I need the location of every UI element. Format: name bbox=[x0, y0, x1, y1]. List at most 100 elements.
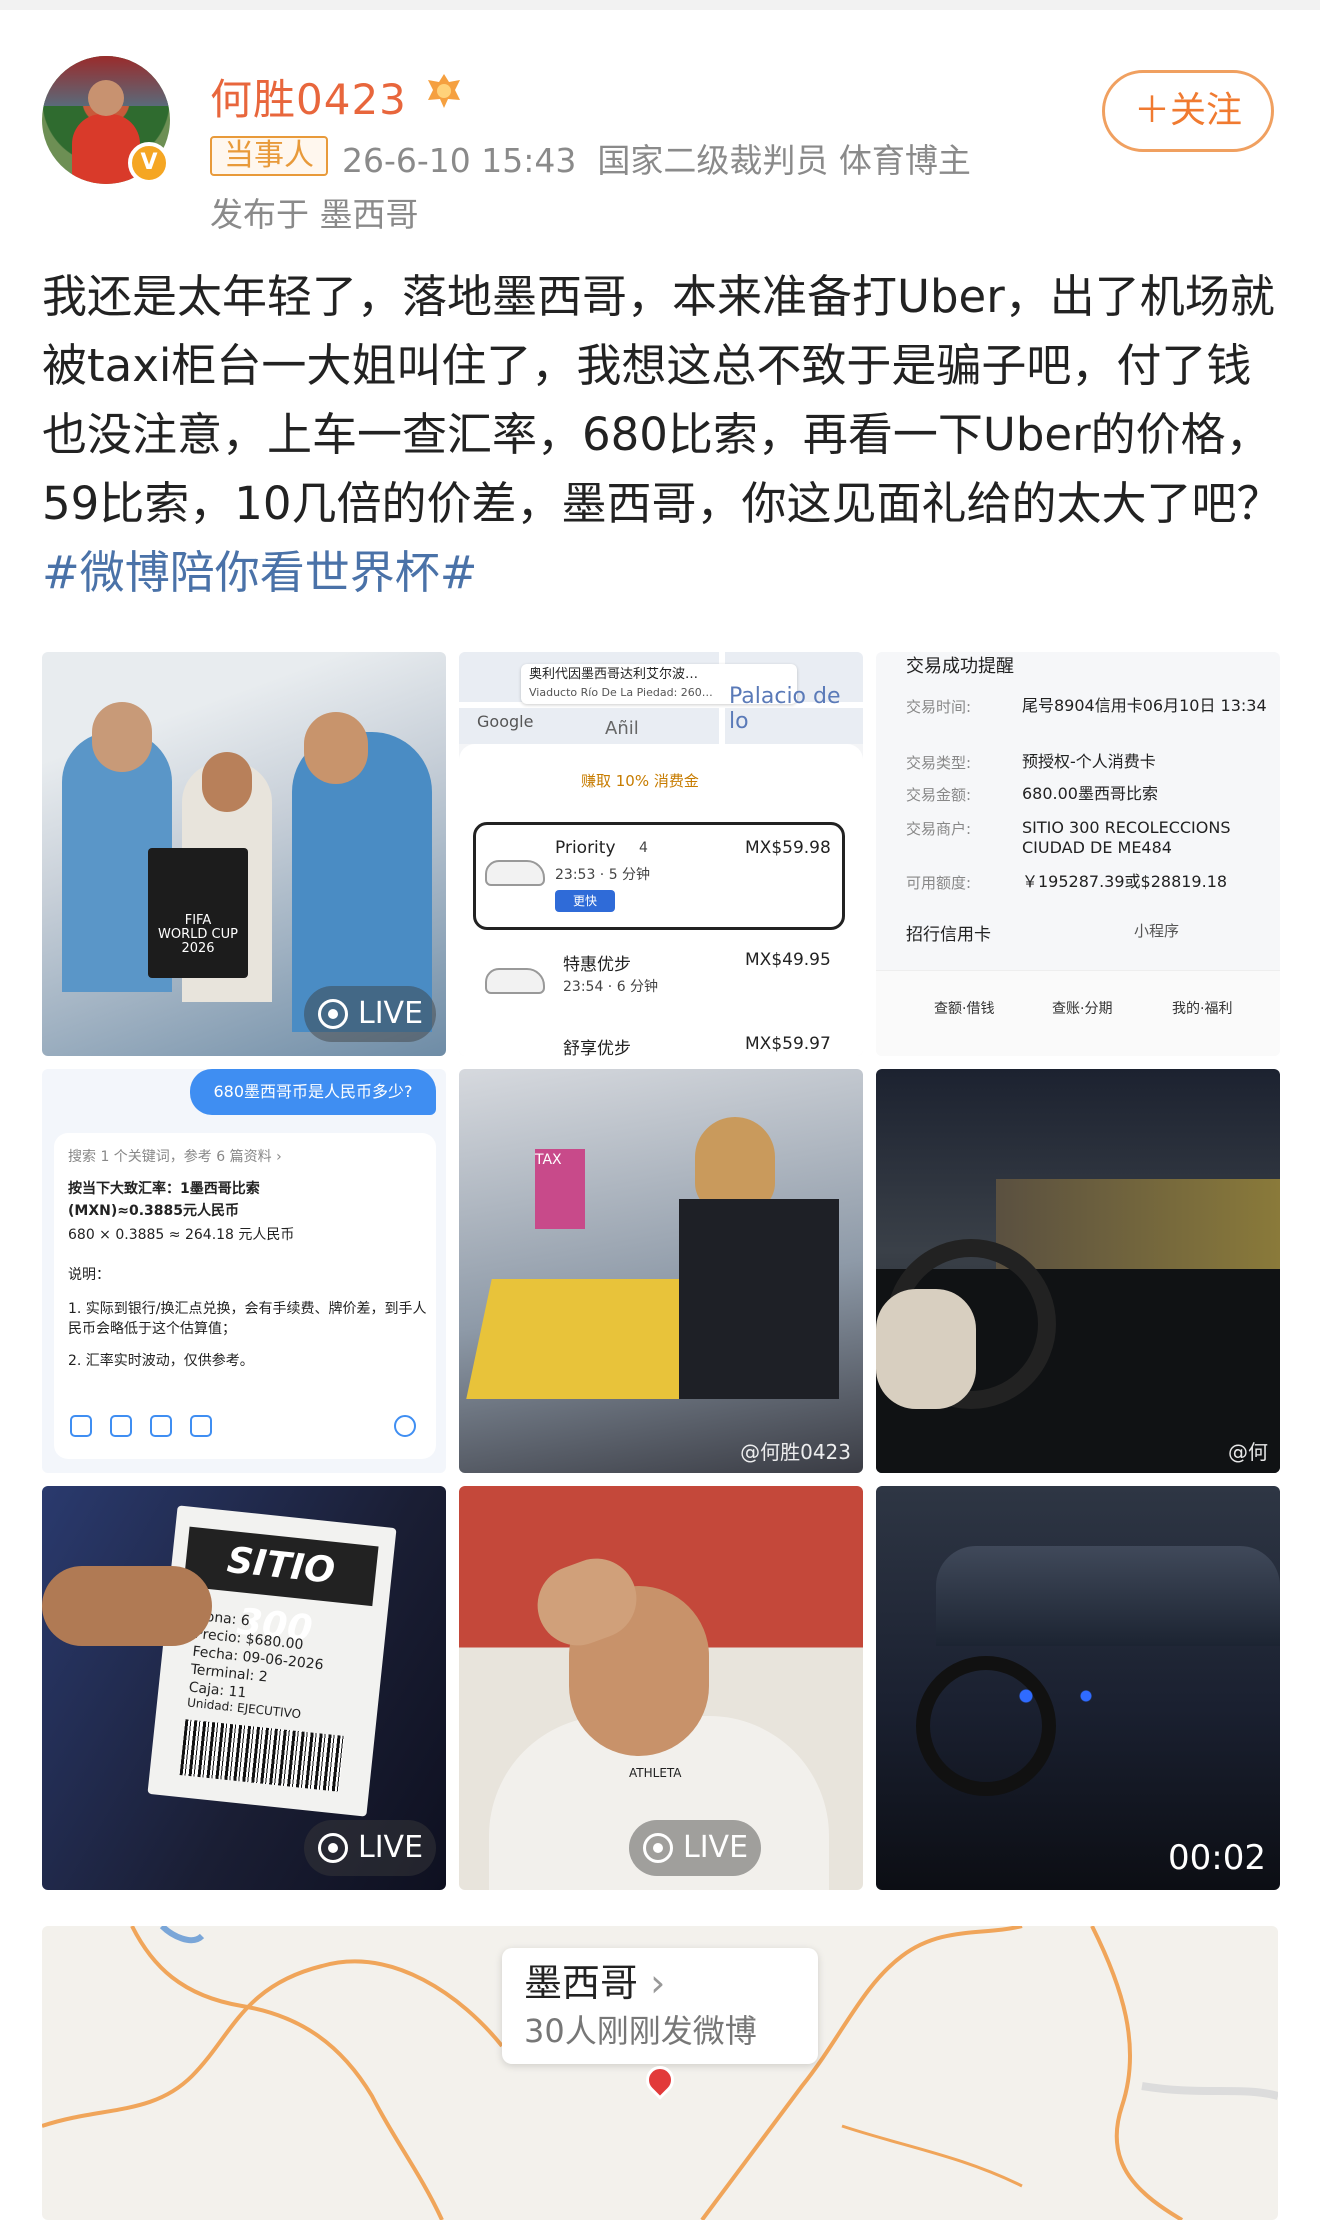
map-label-palace: Palacio de lo bbox=[729, 684, 841, 734]
dashboard-lights bbox=[996, 1676, 1146, 1716]
user-title: 国家二级裁判员 体育博主 bbox=[597, 141, 971, 180]
image-thumb-9-video[interactable]: 00:02 bbox=[876, 1486, 1280, 1890]
bookmark-icon bbox=[150, 1415, 172, 1437]
verified-badge-icon: V bbox=[128, 142, 170, 184]
watermark: @何胜0423 bbox=[740, 1440, 851, 1464]
post-location: 发布于 墨西哥 bbox=[210, 195, 419, 234]
image-thumb-3[interactable]: 交易成功提醒 交易时间: 尾号8904信用卡06月10日 13:34 交易类型:… bbox=[876, 652, 1280, 1056]
chevron-right-icon: › bbox=[650, 1961, 666, 2005]
top-divider bbox=[0, 0, 1320, 10]
share-icon bbox=[190, 1415, 212, 1437]
chat-question: 680墨西哥币是人民币多少? bbox=[190, 1069, 436, 1115]
live-label: LIVE bbox=[683, 1830, 749, 1865]
live-label: LIVE bbox=[358, 996, 424, 1031]
map-city-name: 墨西哥 bbox=[524, 1961, 639, 2005]
option-time-saver: 23:54 · 6 分钟 bbox=[563, 979, 659, 995]
map-label-anil: Añil bbox=[605, 718, 639, 739]
chat-rate-line1: 按当下大致汇率：1墨西哥比索 bbox=[68, 1181, 260, 1197]
image-thumb-2[interactable]: 奥利代因墨西哥达利艾尔波… Viaducto Río De La Piedad: … bbox=[459, 652, 863, 1056]
card-link: 招行信用卡 bbox=[906, 925, 991, 945]
receipt-tab: 查账·分期 bbox=[1052, 1001, 1113, 1017]
receipt-label: 交易商户: bbox=[906, 820, 972, 838]
image-thumb-4[interactable]: 680墨西哥币是人民币多少? 搜索 1 个关键词，参考 6 篇资料 › 按当下大… bbox=[42, 1069, 446, 1473]
counter-sign: TAX bbox=[535, 1149, 585, 1229]
live-badge[interactable]: LIVE bbox=[304, 1820, 436, 1876]
chat-search-note: 搜索 1 个关键词，参考 6 篇资料 › bbox=[68, 1149, 282, 1165]
face-middle bbox=[202, 752, 252, 812]
receipt-value: 预授权-个人消费卡 bbox=[1022, 752, 1156, 771]
map-city: 墨西哥 › bbox=[524, 1958, 796, 2008]
receipt-value: 尾号8904信用卡06月10日 13:34 bbox=[1022, 696, 1267, 715]
driver-arm bbox=[876, 1289, 976, 1409]
post-timestamp: 26-6-10 15:43 bbox=[342, 141, 577, 180]
option-price-priority: MX$59.98 bbox=[745, 838, 831, 858]
copy-icon bbox=[70, 1415, 92, 1437]
image-thumb-5[interactable]: TAX @何胜0423 bbox=[459, 1069, 863, 1473]
map-destination-title: 奥利代因墨西哥达利艾尔波… bbox=[529, 667, 699, 682]
post-meta: 26-6-10 15:43 国家二级裁判员 体育博主 bbox=[342, 134, 971, 182]
receipt-label: 可用额度: bbox=[906, 874, 972, 892]
mini-program-link: 小程序 bbox=[1134, 922, 1180, 940]
receipt-value: SITIO 300 RECOLECCIONS CIUDAD DE ME484 bbox=[1022, 818, 1231, 857]
option-name-priority: Priority bbox=[555, 838, 616, 858]
avatar-shirt bbox=[72, 114, 140, 184]
option-name-saver: 特惠优步 bbox=[563, 955, 631, 975]
chat-note-2: 2. 汇率实时波动，仅供参考。 bbox=[68, 1353, 254, 1369]
option-seats: 4 bbox=[639, 840, 648, 856]
receipt-tab: 查额·借钱 bbox=[934, 1001, 995, 1017]
live-badge[interactable]: LIVE bbox=[304, 986, 436, 1042]
post-text: 我还是太年轻了，落地墨西哥，本来准备打Uber，出了机场就被taxi柜台一大姐叫… bbox=[42, 262, 1288, 607]
image-thumb-8[interactable]: ATHLETA LIVE bbox=[459, 1486, 863, 1890]
watermark: @何 bbox=[1228, 1440, 1268, 1464]
follow-button[interactable]: ＋关注 bbox=[1102, 70, 1274, 152]
chat-rate-line2: (MXN)≈0.3885元人民币 bbox=[68, 1203, 239, 1219]
face-left bbox=[92, 702, 152, 772]
live-badge[interactable]: LIVE bbox=[629, 1820, 761, 1876]
faster-tag: 更快 bbox=[555, 890, 615, 912]
image-grid: FIFA WORLD CUP 2026 LIVE 奥利代因墨西哥达利艾尔波… Vi… bbox=[42, 652, 1282, 1892]
hand bbox=[42, 1566, 212, 1646]
receipt-tab: 我的·福利 bbox=[1172, 1001, 1233, 1017]
ticket-brand: SITIO 300 bbox=[183, 1526, 379, 1650]
taxi-ticket: SITIO 300 Zona: 6 Precio: $680.00 Fecha:… bbox=[147, 1505, 397, 1817]
hashtag-link[interactable]: #微博陪你看世界杯# bbox=[42, 546, 477, 599]
poster-fifa: FIFA bbox=[184, 913, 212, 928]
earn-credit-text: 赚取 10% 消费金 bbox=[581, 772, 699, 790]
receipt-value: 680.00墨西哥比索 bbox=[1022, 784, 1158, 803]
poster-year: 2026 bbox=[181, 941, 215, 956]
avatar-face bbox=[88, 80, 124, 116]
receipt-title: 交易成功提醒 bbox=[906, 656, 1014, 677]
option-price-comfort: MX$59.97 bbox=[745, 1034, 831, 1054]
live-label: LIVE bbox=[358, 1830, 424, 1865]
live-icon bbox=[318, 999, 348, 1029]
image-thumb-1[interactable]: FIFA WORLD CUP 2026 LIVE bbox=[42, 652, 446, 1056]
fan-medal-icon[interactable] bbox=[424, 72, 464, 110]
google-logo: Google bbox=[477, 712, 534, 731]
chat-calc: 680 × 0.3885 ≈ 264.18 元人民币 bbox=[68, 1227, 295, 1243]
location-map[interactable]: 墨西哥 › 30人刚刚发微博 bbox=[42, 1926, 1278, 2220]
map-location-card[interactable]: 墨西哥 › 30人刚刚发微博 bbox=[502, 1948, 818, 2064]
receipt-label: 交易类型: bbox=[906, 754, 972, 772]
post-body: 我还是太年轻了，落地墨西哥，本来准备打Uber，出了机场就被taxi柜台一大姐叫… bbox=[42, 270, 1282, 530]
live-icon bbox=[318, 1833, 348, 1863]
uber-map: 奥利代因墨西哥达利艾尔波… Viaducto Río De La Piedad: … bbox=[459, 652, 863, 744]
face-right bbox=[304, 712, 368, 784]
video-duration: 00:02 bbox=[1168, 1838, 1266, 1878]
receipt-value: ￥195287.39或$28819.18 bbox=[1022, 872, 1228, 891]
image-thumb-7[interactable]: SITIO 300 Zona: 6 Precio: $680.00 Fecha:… bbox=[42, 1486, 446, 1890]
windshield bbox=[936, 1546, 1280, 1646]
chat-answer-card: 搜索 1 个关键词，参考 6 篇资料 › 按当下大致汇率：1墨西哥比索 (MXN… bbox=[54, 1133, 436, 1459]
counter-sign-text: TAX bbox=[535, 1152, 562, 1168]
car-icon bbox=[485, 860, 545, 886]
poster-cup: WORLD CUP bbox=[158, 927, 238, 942]
option-time-priority: 23:53 · 5 分钟 bbox=[555, 867, 651, 883]
computer-monitor bbox=[679, 1199, 839, 1399]
barcode bbox=[179, 1719, 345, 1792]
image-thumb-6[interactable]: @何 bbox=[876, 1069, 1280, 1473]
speaker-icon bbox=[110, 1415, 132, 1437]
world-cup-poster: FIFA WORLD CUP 2026 bbox=[148, 848, 248, 978]
receipt-label: 交易金额: bbox=[906, 786, 972, 804]
username[interactable]: 何胜0423 bbox=[210, 66, 407, 127]
chat-note-title: 说明： bbox=[68, 1267, 110, 1283]
option-name-comfort: 舒享优步 bbox=[563, 1039, 631, 1056]
